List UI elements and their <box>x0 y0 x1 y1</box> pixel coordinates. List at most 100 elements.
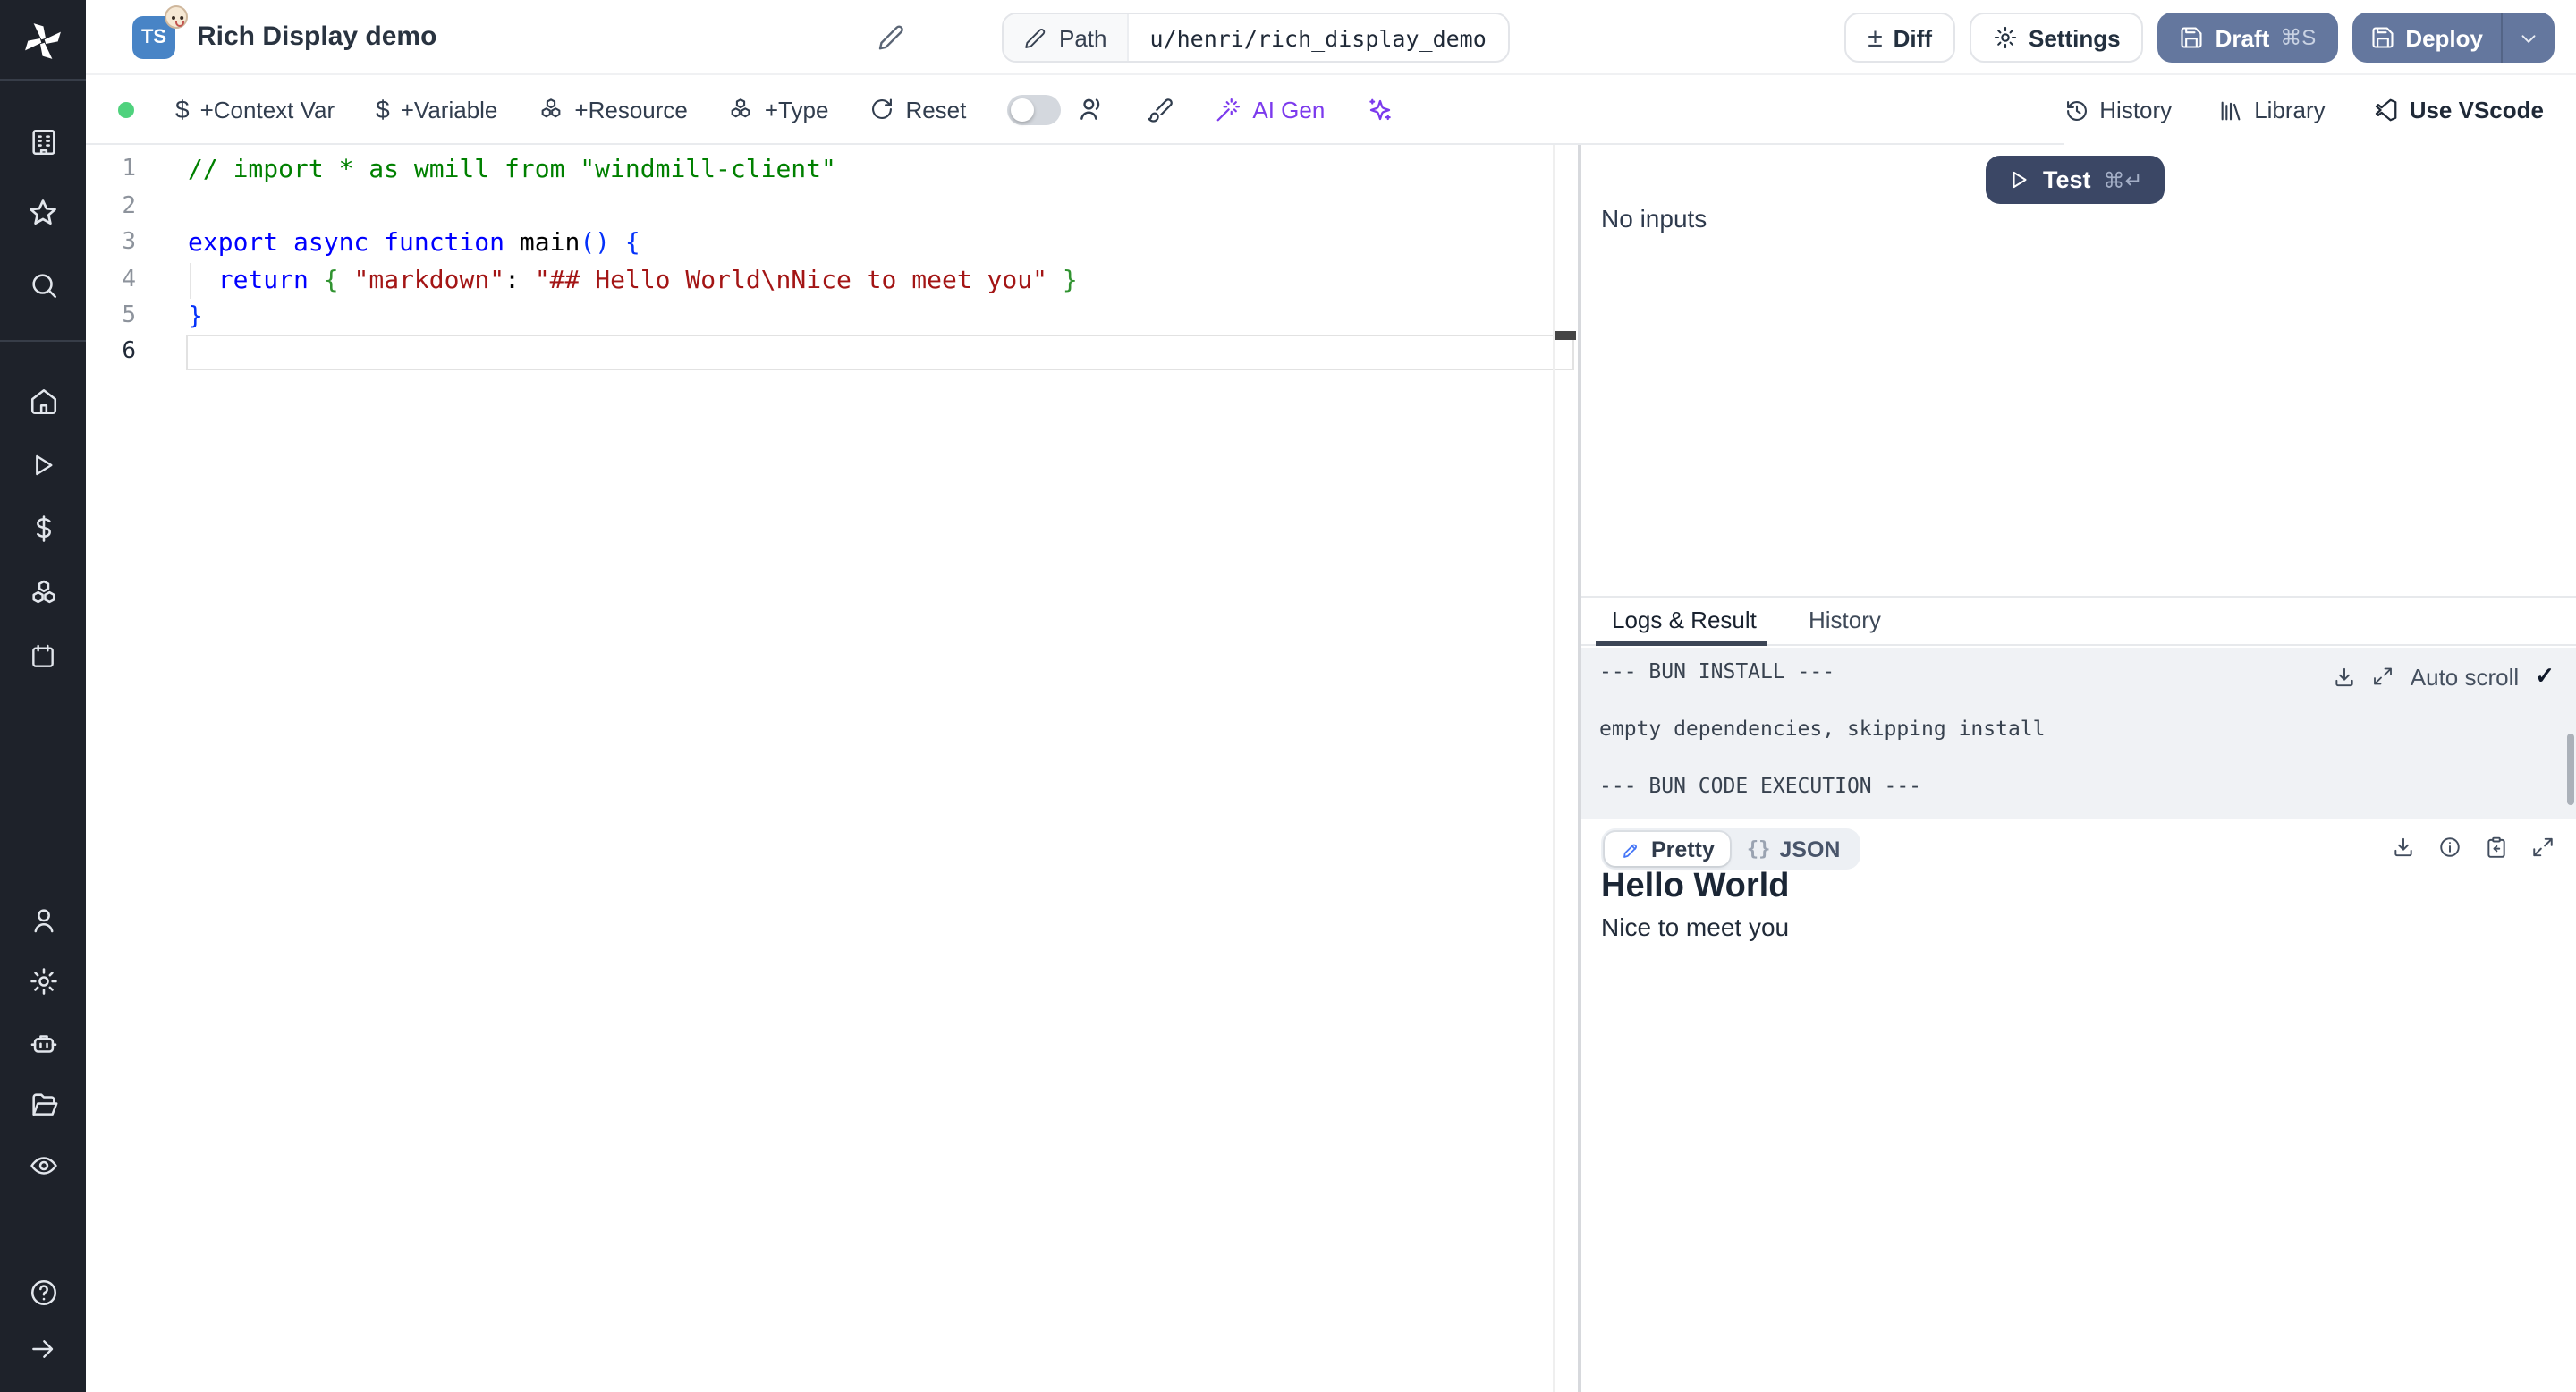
test-shortcut: ⌘↵ <box>2103 167 2143 192</box>
ai-sparkles-button[interactable] <box>1366 96 1393 123</box>
save-icon <box>2180 25 2205 50</box>
log-output[interactable]: --- BUN INSTALL --- empty dependencies, … <box>1581 648 2576 819</box>
magic-wand-icon <box>1215 96 1241 123</box>
log-line: --- BUN CODE EXECUTION --- <box>1599 773 1922 798</box>
dollar-icon: $ <box>175 95 190 123</box>
deploy-label: Deploy <box>2405 24 2483 51</box>
code-token: return <box>217 266 309 294</box>
download-result-icon[interactable] <box>2392 836 2415 859</box>
tab-logs-result[interactable]: Logs & Result <box>1612 598 1757 644</box>
sidebar-item-workers[interactable] <box>0 1029 86 1059</box>
add-resource-button[interactable]: +Resource <box>538 96 688 123</box>
pen-icon <box>1621 838 1642 860</box>
deploy-button-group: Deploy <box>2351 13 2555 63</box>
result-body-text: Nice to meet you <box>1601 912 1790 941</box>
draft-label: Draft <box>2215 24 2270 51</box>
sidebar-item-resources[interactable] <box>0 578 86 608</box>
path-button[interactable]: Path u/henri/rich_display_demo <box>1002 13 1510 63</box>
sidebar-item-audit-logs[interactable] <box>0 1150 86 1181</box>
sidebar-item-variables[interactable] <box>0 514 86 544</box>
code-token: () { <box>580 229 640 259</box>
sidebar-item-users[interactable] <box>0 905 86 936</box>
log-line: empty dependencies, skipping install <box>1599 716 2046 741</box>
history-button[interactable]: History <box>2063 97 2172 123</box>
history-clock-icon <box>2063 98 2089 123</box>
sidebar-item-settings[interactable] <box>0 966 86 997</box>
result-heading: Hello World <box>1601 868 1790 905</box>
language-badge-label: TS <box>140 27 167 48</box>
info-icon[interactable] <box>2438 836 2462 859</box>
sidebar-item-schedules[interactable] <box>0 642 86 671</box>
expand-result-icon[interactable] <box>2531 836 2555 859</box>
package-icon <box>538 97 564 122</box>
line-number: 4 <box>122 266 136 293</box>
edit-title-pencil-icon[interactable] <box>877 23 905 52</box>
add-context-var-label: +Context Var <box>199 96 335 123</box>
copy-clipboard-icon[interactable] <box>2485 836 2508 859</box>
add-type-button[interactable]: +Type <box>729 96 828 123</box>
line-number-active: 6 <box>122 338 136 366</box>
add-context-var-button[interactable]: $ +Context Var <box>175 95 335 123</box>
tab-history[interactable]: History <box>1809 598 1881 644</box>
overview-ruler[interactable] <box>1553 145 1578 1392</box>
chevron-down-icon <box>2517 26 2540 49</box>
scrollbar-thumb[interactable] <box>2567 734 2574 805</box>
deploy-button[interactable]: Deploy <box>2351 13 2501 63</box>
windmill-script-editor: TS Rich Display demo Path u/henri/rich_d… <box>0 0 2576 1392</box>
download-logs-icon[interactable] <box>2334 665 2357 688</box>
tab-history-label: History <box>1809 607 1881 633</box>
sidebar-item-folders[interactable] <box>0 1090 86 1120</box>
draft-button[interactable]: Draft ⌘S <box>2157 13 2338 63</box>
json-view-button[interactable]: {} JSON <box>1731 832 1857 866</box>
library-button[interactable]: Library <box>2218 97 2326 123</box>
sparkles-icon <box>1366 96 1393 123</box>
sidebar-expand-button[interactable] <box>0 1335 86 1363</box>
no-inputs-text: No inputs <box>1601 204 1707 233</box>
deploy-dropdown-button[interactable] <box>2501 13 2555 63</box>
auto-scroll-checkbox[interactable]: ✓ <box>2535 662 2555 691</box>
use-vscode-label: Use VScode <box>2409 97 2544 123</box>
diff-button[interactable]: ± Diff <box>1844 13 1955 63</box>
sidebar-item-favorites[interactable] <box>0 197 86 229</box>
format-code-button[interactable] <box>1147 96 1174 123</box>
sidebar-item-help[interactable] <box>0 1277 86 1308</box>
add-variable-button[interactable]: $ +Variable <box>376 95 497 123</box>
toolbar-right: History Library Use VScode <box>2063 75 2576 145</box>
windmill-logo[interactable] <box>0 18 86 64</box>
left-sidebar <box>0 0 86 1392</box>
test-button[interactable]: Test ⌘↵ <box>1986 156 2165 204</box>
log-line: --- BUN INSTALL --- <box>1599 658 1835 683</box>
log-controls: Auto scroll ✓ <box>2334 662 2555 691</box>
status-dot <box>118 101 134 117</box>
expand-logs-icon[interactable] <box>2373 666 2394 687</box>
ai-gen-button[interactable]: AI Gen <box>1215 96 1325 123</box>
diff-label: Diff <box>1893 24 1932 51</box>
language-badge-typescript[interactable]: TS <box>132 5 188 59</box>
multiplayer-toggle[interactable] <box>1007 94 1062 124</box>
code-editor[interactable]: 1 2 3 4 5 6 // import * as wmill from "w… <box>86 145 1578 1392</box>
use-vscode-button[interactable]: Use VScode <box>2372 97 2544 123</box>
result-area: Pretty {} JSON Hello World Nice to meet … <box>1581 819 2576 1392</box>
bun-runtime-icon <box>165 5 188 29</box>
panel-divider[interactable] <box>1578 145 1580 1392</box>
sidebar-item-home[interactable] <box>0 386 86 417</box>
header: TS Rich Display demo Path u/henri/rich_d… <box>86 0 2576 75</box>
sidebar-item-search[interactable] <box>0 270 86 301</box>
add-variable-label: +Variable <box>400 96 498 123</box>
library-icon <box>2218 98 2243 123</box>
sidebar-item-runs[interactable] <box>0 451 86 480</box>
multiplayer-users-icon[interactable] <box>1077 95 1106 123</box>
sidebar-item-workspace[interactable] <box>0 127 86 157</box>
paintbrush-icon <box>1147 96 1174 123</box>
code-token: : <box>504 266 535 294</box>
settings-button[interactable]: Settings <box>1970 13 2144 63</box>
line-number: 5 <box>122 301 136 329</box>
refresh-icon <box>869 97 894 122</box>
reset-button[interactable]: Reset <box>869 96 966 123</box>
code-line: return { "markdown": "## Hello World\nNi… <box>188 262 1078 299</box>
code-line: } <box>188 299 203 335</box>
pretty-view-button[interactable]: Pretty <box>1605 832 1731 866</box>
